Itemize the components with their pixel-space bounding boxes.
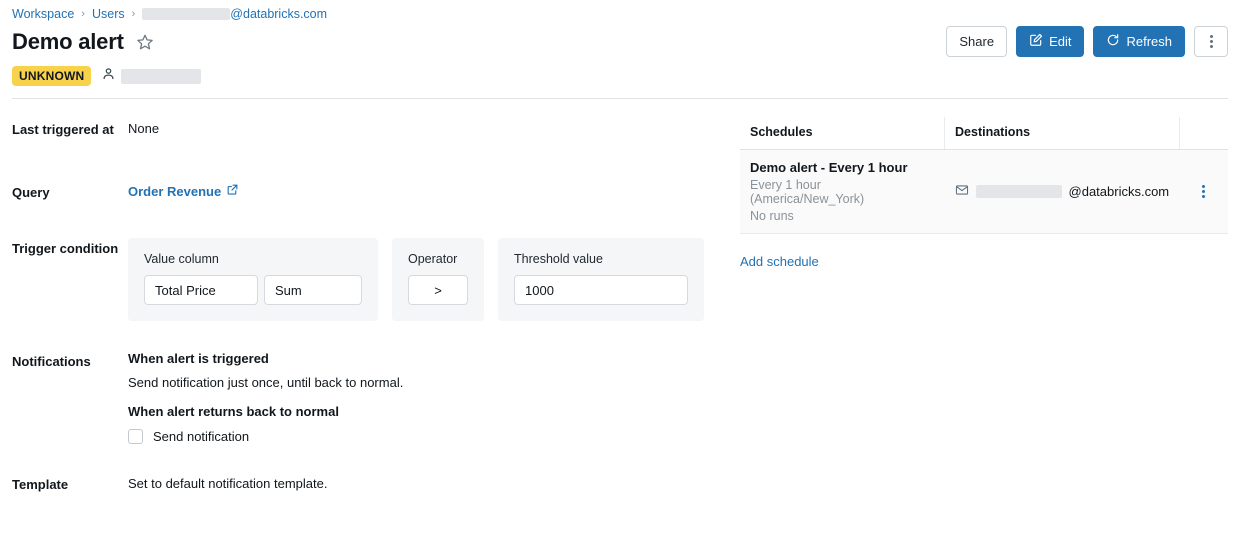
envelope-icon [955, 183, 969, 200]
back-to-normal-heading: When alert returns back to normal [128, 404, 403, 419]
triggered-heading: When alert is triggered [128, 351, 403, 366]
threshold-panel: Threshold value 1000 [498, 238, 704, 321]
edit-button[interactable]: Edit [1016, 26, 1084, 57]
add-schedule-link[interactable]: Add schedule [740, 254, 819, 269]
triggered-text: Send notification just once, until back … [128, 375, 403, 390]
header-actions: Share Edit Refresh [946, 26, 1228, 57]
last-triggered-value: None [128, 119, 159, 139]
redacted-owner-name [121, 69, 201, 84]
template-label: Template [12, 474, 128, 495]
schedule-runs: No runs [750, 209, 935, 223]
refresh-button[interactable]: Refresh [1093, 26, 1185, 57]
send-notification-row[interactable]: Send notification [128, 429, 403, 444]
table-row[interactable]: Demo alert - Every 1 hour Every 1 hour (… [740, 150, 1228, 234]
column-header-schedules: Schedules [740, 117, 945, 150]
query-link[interactable]: Order Revenue [128, 182, 239, 202]
breadcrumb-item-workspace[interactable]: Workspace [12, 7, 74, 21]
page-title: Demo alert [12, 29, 124, 55]
value-column-panel: Value column Total Price Sum [128, 238, 378, 321]
kebab-menu-icon[interactable] [1189, 185, 1218, 198]
refresh-circular-arrow-icon [1106, 33, 1120, 50]
value-column-label: Value column [144, 252, 362, 266]
edit-button-label: Edit [1049, 34, 1071, 49]
content-area: Last triggered at None Query Order Reven… [0, 99, 1240, 495]
breadcrumb-item-users[interactable]: Users [92, 7, 125, 21]
value-column-select[interactable]: Total Price [144, 275, 258, 305]
refresh-button-label: Refresh [1126, 34, 1172, 49]
notifications-row: Notifications When alert is triggered Se… [12, 321, 734, 444]
query-value-wrap: Order Revenue [128, 182, 239, 202]
operator-select[interactable]: > [408, 275, 468, 305]
redacted-username [142, 8, 230, 20]
breadcrumb-separator: › [132, 8, 136, 20]
schedule-name: Demo alert - Every 1 hour [750, 160, 935, 175]
send-notification-label: Send notification [153, 429, 249, 444]
row-actions-cell [1179, 150, 1228, 234]
share-button-label: Share [959, 34, 994, 49]
value-column-fields: Total Price Sum [144, 275, 362, 305]
last-triggered-row: Last triggered at None [12, 99, 734, 140]
operator-label: Operator [408, 252, 468, 266]
send-notification-checkbox[interactable] [128, 429, 143, 444]
breadcrumb-user-email-suffix: @databricks.com [230, 7, 327, 21]
threshold-label: Threshold value [514, 252, 688, 266]
trigger-condition-label: Trigger condition [12, 238, 128, 259]
star-icon[interactable] [136, 33, 154, 51]
kebab-menu-icon [1210, 35, 1213, 48]
status-badge: UNKNOWN [12, 66, 91, 86]
template-value: Set to default notification template. [128, 474, 327, 494]
trigger-condition-panels: Value column Total Price Sum Operator > … [128, 238, 704, 321]
schedules-header-row: Schedules Destinations [740, 117, 1228, 150]
owner [101, 66, 201, 86]
page-header-left: Demo alert [12, 29, 154, 55]
destination-email-suffix: @databricks.com [1069, 184, 1170, 199]
schedules-column: Schedules Destinations Demo alert - Ever… [734, 99, 1228, 495]
destination-cell: @databricks.com [945, 150, 1180, 234]
trigger-condition-row: Trigger condition Value column Total Pri… [12, 202, 734, 321]
notifications-body: When alert is triggered Send notificatio… [128, 351, 403, 444]
details-column: Last triggered at None Query Order Reven… [12, 99, 734, 495]
column-header-destinations: Destinations [945, 117, 1180, 150]
page-header: Demo alert Share Edit [0, 21, 1240, 57]
destination-email: @databricks.com [955, 183, 1170, 200]
threshold-input[interactable]: 1000 [514, 275, 688, 305]
notifications-label: Notifications [12, 351, 128, 372]
schedules-table-body: Demo alert - Every 1 hour Every 1 hour (… [740, 150, 1228, 234]
operator-panel: Operator > [392, 238, 484, 321]
redacted-destination-username [976, 185, 1062, 198]
operator-fields: > [408, 275, 468, 305]
schedules-table-head: Schedules Destinations [740, 117, 1228, 150]
status-row: UNKNOWN [0, 57, 1240, 86]
breadcrumb: Workspace › Users › @databricks.com [0, 0, 1240, 21]
query-link-label: Order Revenue [128, 182, 221, 202]
query-label: Query [12, 182, 128, 203]
last-triggered-label: Last triggered at [12, 119, 128, 140]
share-button[interactable]: Share [946, 26, 1007, 57]
query-row: Query Order Revenue [12, 140, 734, 203]
external-link-icon [226, 182, 239, 202]
pencil-square-icon [1029, 33, 1043, 50]
column-header-actions [1179, 117, 1228, 150]
aggregation-select[interactable]: Sum [264, 275, 362, 305]
more-options-button[interactable] [1194, 26, 1228, 57]
schedules-table: Schedules Destinations Demo alert - Ever… [740, 117, 1228, 234]
breadcrumb-item-user-email[interactable]: @databricks.com [142, 7, 327, 21]
breadcrumb-separator: › [81, 8, 85, 20]
threshold-fields: 1000 [514, 275, 688, 305]
person-icon [101, 66, 116, 86]
schedule-cell: Demo alert - Every 1 hour Every 1 hour (… [740, 150, 945, 234]
schedule-cadence: Every 1 hour (America/New_York) [750, 178, 935, 206]
template-row: Template Set to default notification tem… [12, 444, 734, 495]
